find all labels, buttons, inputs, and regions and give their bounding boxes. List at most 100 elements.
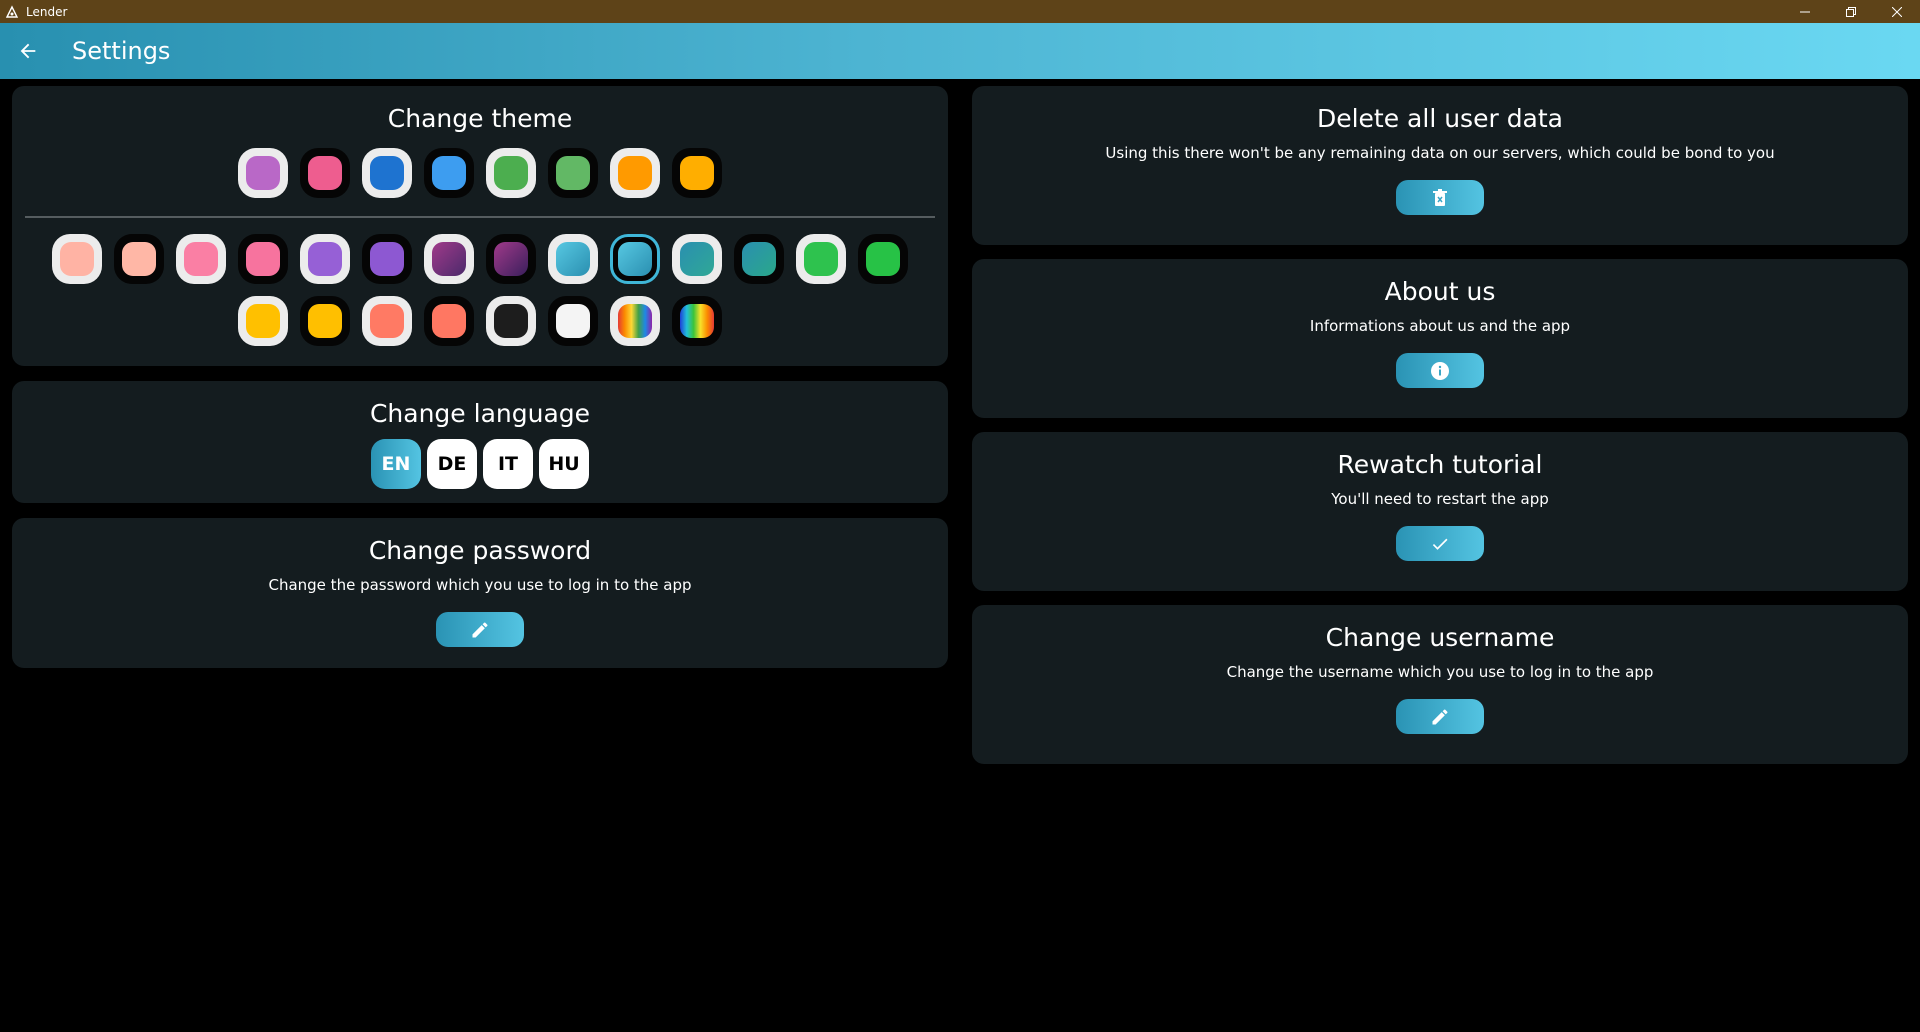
info-icon	[1431, 361, 1449, 380]
theme-swatch-top-6[interactable]	[548, 148, 598, 198]
maximize-button[interactable]	[1828, 0, 1874, 23]
theme-swatch-r2-5[interactable]	[300, 234, 350, 284]
theme-color-preview	[618, 242, 652, 276]
tutorial-card-title: Rewatch tutorial	[1337, 450, 1543, 479]
theme-swatch-top-1[interactable]	[238, 148, 288, 198]
theme-color-preview	[308, 304, 342, 338]
theme-swatch-r2-11[interactable]	[672, 234, 722, 284]
theme-color-preview	[246, 156, 280, 190]
tutorial-card-description: You'll need to restart the app	[1331, 490, 1549, 508]
change-password-button[interactable]	[436, 612, 524, 647]
theme-swatch-r2-14[interactable]	[858, 234, 908, 284]
theme-swatch-r2-1[interactable]	[52, 234, 102, 284]
theme-swatch-top-7[interactable]	[610, 148, 660, 198]
theme-swatch-top-8[interactable]	[672, 148, 722, 198]
close-button[interactable]	[1874, 0, 1920, 23]
theme-swatch-r3-4[interactable]	[424, 296, 474, 346]
theme-swatch-r3-2[interactable]	[300, 296, 350, 346]
theme-swatch-r2-12[interactable]	[734, 234, 784, 284]
app-bar: Settings	[0, 23, 1920, 79]
theme-color-preview	[556, 304, 590, 338]
theme-card-title: Change theme	[387, 104, 573, 133]
window-titlebar: Lender	[0, 0, 1920, 23]
settings-right-column: Delete all user data Using this there wo…	[972, 86, 1908, 778]
theme-swatch-r2-3[interactable]	[176, 234, 226, 284]
theme-color-preview	[804, 242, 838, 276]
restore-icon	[1846, 6, 1856, 17]
theme-color-preview	[556, 242, 590, 276]
back-button[interactable]	[0, 23, 56, 79]
delete-data-card-title: Delete all user data	[1316, 104, 1564, 133]
theme-swatch-r2-13[interactable]	[796, 234, 846, 284]
close-icon	[1892, 6, 1902, 17]
settings-left-column: Change theme Change language EN DE IT HU…	[12, 86, 948, 668]
delete-data-button[interactable]	[1396, 180, 1484, 215]
language-option-en[interactable]: EN	[371, 439, 421, 489]
theme-color-preview	[432, 242, 466, 276]
theme-swatch-r2-9[interactable]	[548, 234, 598, 284]
theme-swatch-r3-5[interactable]	[486, 296, 536, 346]
delete-data-card: Delete all user data Using this there wo…	[972, 86, 1908, 245]
theme-swatch-row-top	[238, 148, 722, 198]
theme-swatch-row-2	[52, 234, 908, 284]
username-card-description: Change the username which you use to log…	[1226, 663, 1654, 681]
language-option-de[interactable]: DE	[427, 439, 477, 489]
theme-swatch-top-5[interactable]	[486, 148, 536, 198]
trash-icon	[1433, 188, 1447, 206]
theme-color-preview	[742, 242, 776, 276]
theme-color-preview	[246, 304, 280, 338]
language-option-hu[interactable]: HU	[539, 439, 589, 489]
theme-color-preview	[432, 304, 466, 338]
theme-color-preview	[184, 242, 218, 276]
theme-swatch-r2-7[interactable]	[424, 234, 474, 284]
language-option-it[interactable]: IT	[483, 439, 533, 489]
theme-color-preview	[60, 242, 94, 276]
password-card-description: Change the password which you use to log…	[268, 576, 692, 594]
about-button[interactable]	[1396, 353, 1484, 388]
theme-swatch-r2-4[interactable]	[238, 234, 288, 284]
theme-swatch-r2-6[interactable]	[362, 234, 412, 284]
theme-swatch-r3-6[interactable]	[548, 296, 598, 346]
theme-swatch-top-4[interactable]	[424, 148, 474, 198]
minimize-button[interactable]	[1782, 0, 1828, 23]
password-card: Change password Change the password whic…	[12, 518, 948, 668]
language-options: EN DE IT HU	[371, 439, 589, 489]
theme-color-preview	[680, 156, 714, 190]
about-card-description: Informations about us and the app	[1309, 317, 1571, 335]
theme-swatch-r3-1[interactable]	[238, 296, 288, 346]
pencil-icon	[1432, 708, 1448, 724]
theme-swatch-r3-7[interactable]	[610, 296, 660, 346]
theme-swatch-top-2[interactable]	[300, 148, 350, 198]
theme-color-preview	[494, 156, 528, 190]
theme-color-preview	[370, 156, 404, 190]
theme-swatch-top-3[interactable]	[362, 148, 412, 198]
theme-swatch-r3-3[interactable]	[362, 296, 412, 346]
change-username-button[interactable]	[1396, 699, 1484, 734]
rewatch-tutorial-button[interactable]	[1396, 526, 1484, 561]
theme-color-preview	[308, 242, 342, 276]
theme-color-preview	[494, 304, 528, 338]
theme-color-preview	[556, 156, 590, 190]
theme-color-preview	[494, 242, 528, 276]
check-icon	[1432, 538, 1448, 550]
theme-color-preview	[432, 156, 466, 190]
theme-color-preview	[308, 156, 342, 190]
theme-swatch-r3-8[interactable]	[672, 296, 722, 346]
theme-swatch-r2-10[interactable]	[610, 234, 660, 284]
minimize-icon	[1800, 11, 1810, 12]
language-card-title: Change language	[369, 399, 591, 428]
theme-color-preview	[618, 156, 652, 190]
delete-data-card-description: Using this there won't be any remaining …	[1105, 144, 1775, 162]
theme-swatch-r2-8[interactable]	[486, 234, 536, 284]
theme-swatch-r2-2[interactable]	[114, 234, 164, 284]
theme-color-preview	[680, 242, 714, 276]
arrow-left-icon	[20, 43, 36, 59]
theme-divider	[25, 216, 935, 218]
about-card-title: About us	[1384, 277, 1496, 306]
tutorial-card: Rewatch tutorial You'll need to restart …	[972, 432, 1908, 591]
theme-color-preview	[246, 242, 280, 276]
theme-color-preview	[618, 304, 652, 338]
theme-card: Change theme	[12, 86, 948, 366]
theme-color-preview	[680, 304, 714, 338]
username-card-title: Change username	[1325, 623, 1555, 652]
